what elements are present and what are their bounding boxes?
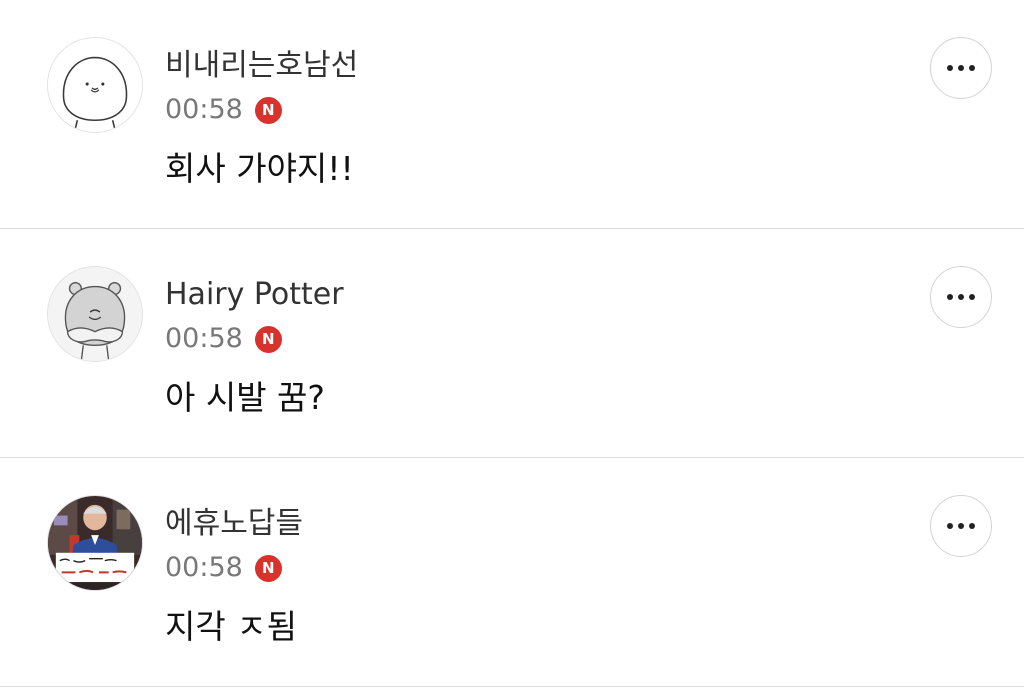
more-dots-icon <box>969 65 975 71</box>
comment-meta: 00:58 N <box>165 322 282 356</box>
more-options-button[interactable] <box>930 495 992 557</box>
naver-badge-icon: N <box>254 554 282 582</box>
more-options-button[interactable] <box>930 37 992 99</box>
more-dots-icon <box>947 65 953 71</box>
avatar[interactable] <box>47 37 143 133</box>
timestamp: 00:58 <box>165 323 243 354</box>
nickname[interactable]: 비내리는호남선 <box>165 48 358 84</box>
avatar[interactable] <box>47 266 143 362</box>
more-dots-icon <box>969 294 975 300</box>
timestamp: 00:58 <box>165 94 243 125</box>
gray-hamster-character-icon <box>48 267 142 361</box>
comment-item: 에휴노답들 00:58 N 지각 ㅈ됨 <box>0 458 1024 687</box>
more-dots-icon <box>958 65 964 71</box>
naver-badge-icon: N <box>254 96 282 124</box>
man-with-protest-sign-photo <box>48 496 142 590</box>
comment-text: 회사 가야지!! <box>165 149 354 188</box>
more-dots-icon <box>947 294 953 300</box>
nickname[interactable]: 에휴노답들 <box>165 506 303 542</box>
comment-meta: 00:58 N <box>165 551 282 585</box>
more-dots-icon <box>958 523 964 529</box>
comment-item: Hairy Potter 00:58 N 아 시발 꿈? <box>0 229 1024 458</box>
more-dots-icon <box>958 294 964 300</box>
naver-badge-icon: N <box>254 325 282 353</box>
white-blob-character-icon <box>48 38 142 132</box>
comment-text: 지각 ㅈ됨 <box>165 607 297 646</box>
comment-meta: 00:58 N <box>165 93 282 127</box>
avatar[interactable] <box>47 495 143 591</box>
comment-list: 비내리는호남선 00:58 N 회사 가야지!! Hairy Potter 00… <box>0 0 1024 692</box>
more-dots-icon <box>947 523 953 529</box>
comment-text: 아 시발 꿈? <box>165 378 325 417</box>
more-options-button[interactable] <box>930 266 992 328</box>
timestamp: 00:58 <box>165 552 243 583</box>
more-dots-icon <box>969 523 975 529</box>
nickname[interactable]: Hairy Potter <box>165 277 344 313</box>
comment-item: 비내리는호남선 00:58 N 회사 가야지!! <box>0 0 1024 229</box>
